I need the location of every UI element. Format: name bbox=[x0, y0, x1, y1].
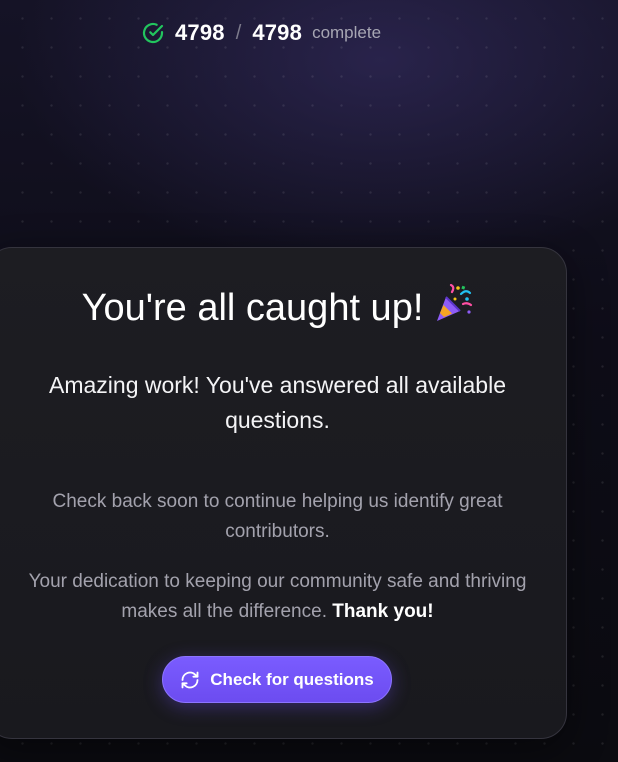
check-for-questions-button[interactable]: Check for questions bbox=[162, 656, 392, 703]
dedication-text: Your dedication to keeping our community… bbox=[7, 567, 548, 627]
card-subtitle: Amazing work! You've answered all availa… bbox=[49, 372, 506, 433]
progress-separator: / bbox=[235, 21, 242, 44]
card-title-text: You're all caught up! bbox=[81, 287, 424, 329]
caught-up-card: You're all caught up! Amazing work! You'… bbox=[0, 247, 567, 739]
progress-label: complete bbox=[312, 23, 382, 42]
answered-count: 4798 bbox=[175, 20, 225, 45]
party-popper-icon bbox=[433, 283, 473, 324]
total-count: 4798 bbox=[252, 20, 303, 45]
check-for-questions-label: Check for questions bbox=[210, 669, 374, 689]
dedication-message: Your dedication to keeping our community… bbox=[28, 571, 527, 622]
check-circle-icon bbox=[141, 21, 165, 45]
card-title: You're all caught up! bbox=[0, 283, 568, 330]
progress-counter: 4798 / 4798 complete bbox=[141, 19, 381, 47]
thank-you-text: Thank you! bbox=[332, 601, 434, 622]
refresh-icon bbox=[180, 670, 200, 690]
check-back-text: Check back soon to continue helping us i… bbox=[52, 491, 503, 542]
